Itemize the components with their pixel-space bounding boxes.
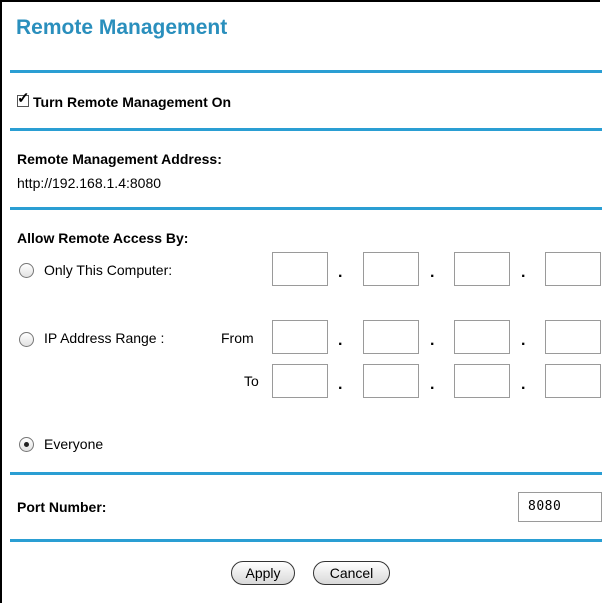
- ip-separator: .: [430, 332, 435, 349]
- range-from-octet-1[interactable]: [272, 320, 328, 354]
- ip-separator: .: [338, 264, 343, 281]
- ip-separator: .: [521, 376, 526, 393]
- only-computer-ip-octet-3[interactable]: [454, 252, 510, 286]
- cancel-button[interactable]: Cancel: [313, 561, 390, 585]
- ip-separator: .: [521, 264, 526, 281]
- range-to-octet-2[interactable]: [363, 364, 419, 398]
- range-to-octet-1[interactable]: [272, 364, 328, 398]
- port-number-label: Port Number:: [17, 499, 107, 515]
- divider: [10, 70, 602, 73]
- range-to-octet-4[interactable]: [545, 364, 601, 398]
- ip-separator: .: [338, 332, 343, 349]
- ip-separator: .: [430, 264, 435, 281]
- page-title: Remote Management: [16, 16, 228, 39]
- radio-selected-dot: [24, 442, 29, 447]
- ip-range-from-label: From: [221, 330, 254, 346]
- everyone-label: Everyone: [44, 436, 104, 452]
- ip-separator: .: [338, 376, 343, 393]
- range-from-octet-2[interactable]: [363, 320, 419, 354]
- ip-separator: .: [430, 376, 435, 393]
- remote-management-checkbox[interactable]: ✓: [17, 91, 30, 107]
- ip-range-to-label: To: [244, 373, 259, 389]
- remote-management-label: Turn Remote Management On: [33, 94, 232, 110]
- remote-address-value: http://192.168.1.4:8080: [17, 175, 162, 191]
- only-this-computer-label: Only This Computer:: [44, 262, 173, 278]
- range-from-octet-4[interactable]: [545, 320, 601, 354]
- divider: [10, 128, 602, 131]
- ip-range-radio[interactable]: [19, 332, 34, 347]
- allow-access-label: Allow Remote Access By:: [17, 230, 189, 246]
- ip-separator: .: [521, 332, 526, 349]
- only-computer-ip-octet-2[interactable]: [363, 252, 419, 286]
- divider: [10, 207, 602, 210]
- checkmark-icon: ✓: [17, 90, 30, 107]
- only-computer-ip-octet-4[interactable]: [545, 252, 601, 286]
- range-to-octet-3[interactable]: [454, 364, 510, 398]
- only-this-computer-radio[interactable]: [19, 263, 34, 278]
- range-from-octet-3[interactable]: [454, 320, 510, 354]
- divider: [10, 539, 602, 542]
- apply-button[interactable]: Apply: [231, 561, 295, 585]
- ip-range-label: IP Address Range :: [44, 330, 165, 346]
- remote-address-label: Remote Management Address:: [17, 151, 222, 167]
- divider: [10, 472, 602, 475]
- everyone-radio[interactable]: [19, 437, 34, 452]
- only-computer-ip-octet-1[interactable]: [272, 252, 328, 286]
- port-number-input[interactable]: 8080: [518, 492, 602, 522]
